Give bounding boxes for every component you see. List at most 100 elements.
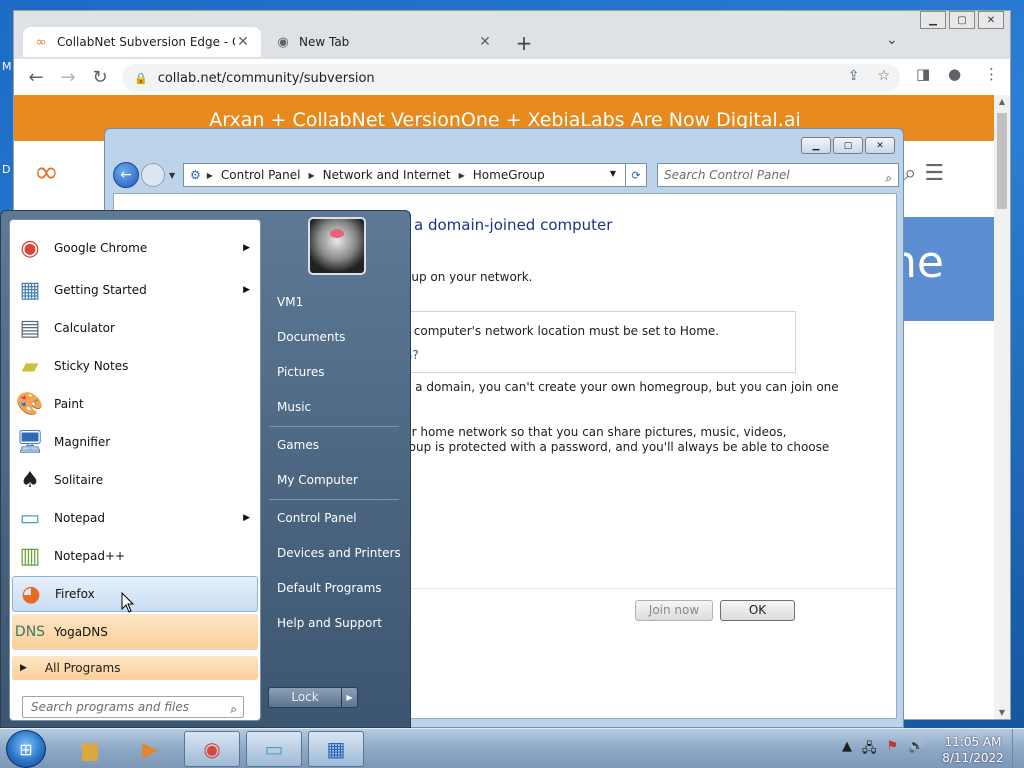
program-notepad-plus-plus[interactable]: ▥ Notepad++ <box>12 538 258 574</box>
breadcrumb-chevron-icon[interactable]: ▶ <box>459 171 465 180</box>
program-yogadns[interactable]: DNS YogaDNS <box>12 614 258 650</box>
start-link-devices-and-printers[interactable]: Devices and Printers <box>277 546 401 560</box>
breadcrumb-chevron-icon[interactable]: ▶ <box>309 171 315 180</box>
control-panel-search-input[interactable]: Search Control Panel ⌕ <box>657 163 899 187</box>
scroll-thumb[interactable] <box>997 113 1007 209</box>
show-hidden-icons-icon[interactable]: ▲ <box>842 739 852 761</box>
tab-search-chevron-icon[interactable]: ⌄ <box>886 32 898 48</box>
taskbar-explorer-icon[interactable]: ▆ <box>62 731 118 767</box>
start-orb-windows-icon[interactable]: ⊞ <box>6 730 46 768</box>
user-avatar[interactable] <box>308 217 366 275</box>
address-bar[interactable]: 🔒 collab.net/community/subversion ⇪ ☆ <box>122 64 900 92</box>
volume-icon[interactable]: 🔊 <box>908 739 924 761</box>
program-label: YogaDNS <box>54 625 108 639</box>
all-programs-button[interactable]: ▶ All Programs <box>12 656 258 680</box>
side-panel-icon[interactable]: ◨ <box>916 65 930 83</box>
address-breadcrumb[interactable]: ⚙ ▶ Control Panel ▶ Network and Internet… <box>183 163 647 187</box>
solitaire-icon: ♠ <box>20 467 40 493</box>
action-center-flag-icon[interactable]: ⚑ <box>887 739 899 761</box>
program-google-chrome[interactable]: ◉ Google Chrome ▶ <box>12 230 258 266</box>
start-link-control-panel[interactable]: Control Panel <box>277 511 357 525</box>
url-text: collab.net/community/subversion <box>157 70 375 86</box>
info-box-text: r computer's network location must be se… <box>405 324 720 338</box>
start-link-default-programs[interactable]: Default Programs <box>277 581 382 595</box>
page-scrollbar[interactable]: ▲ ▼ <box>994 95 1010 719</box>
lock-button[interactable]: Lock <box>268 687 342 708</box>
avatar-accent <box>330 229 344 238</box>
reload-button[interactable]: ↻ <box>84 67 116 88</box>
close-tab-icon[interactable]: ✕ <box>235 34 251 50</box>
refresh-icon[interactable]: ⟳ <box>625 163 647 187</box>
profile-avatar-icon[interactable]: ● <box>948 65 961 83</box>
breadcrumb-item[interactable]: HomeGroup <box>473 168 545 182</box>
search-icon[interactable]: ⌕ <box>904 161 916 186</box>
join-now-button[interactable]: Join now <box>635 600 713 621</box>
start-link-help-and-support[interactable]: Help and Support <box>277 616 382 630</box>
forward-button[interactable]: → <box>52 67 84 88</box>
tab-collabnet[interactable]: ∞ CollabNet Subversion Edge - Co ✕ <box>23 27 261 57</box>
breadcrumb-chevron-icon[interactable]: ▶ <box>207 171 213 180</box>
program-sticky-notes[interactable]: ▰ Sticky Notes <box>12 348 258 384</box>
start-link-games[interactable]: Games <box>277 438 319 452</box>
search-icon[interactable]: ⌕ <box>230 699 237 719</box>
close-tab-icon[interactable]: ✕ <box>477 34 493 50</box>
submenu-arrow-icon[interactable]: ▶ <box>243 513 250 523</box>
close-button[interactable]: ✕ <box>978 11 1004 29</box>
share-icon[interactable]: ⇪ <box>848 68 860 84</box>
chrome-favicon-icon: ◉ <box>277 34 289 50</box>
menu-kebab-icon[interactable]: ⋮ <box>984 65 999 83</box>
new-tab-button[interactable]: + <box>514 31 534 55</box>
close-button[interactable]: ✕ <box>865 137 895 154</box>
start-link-documents[interactable]: Documents <box>277 330 345 344</box>
start-search-input[interactable]: Search programs and files ⌕ <box>22 696 244 718</box>
back-arrow-icon[interactable]: ← <box>113 162 139 188</box>
minimize-button[interactable]: ▁ <box>801 137 831 154</box>
show-desktop-button[interactable] <box>1012 729 1024 768</box>
back-button[interactable]: ← <box>20 67 52 88</box>
start-link-music[interactable]: Music <box>277 400 311 414</box>
desktop-icon-label[interactable]: D <box>2 163 10 176</box>
desktop-icon-label[interactable]: M <box>2 60 12 73</box>
hamburger-menu-icon[interactable]: ☰ <box>924 161 944 186</box>
window-controls: ▁ ▢ ✕ <box>920 11 1004 29</box>
search-icon[interactable]: ⌕ <box>885 167 892 189</box>
bookmark-star-icon[interactable]: ☆ <box>877 68 890 84</box>
scroll-up-arrow-icon[interactable]: ▲ <box>994 97 1010 106</box>
taskbar-control-panel-icon[interactable]: ▦ <box>308 731 364 767</box>
maximize-button[interactable]: ▢ <box>833 137 863 154</box>
program-label: Getting Started <box>54 283 147 297</box>
tab-new-tab[interactable]: ◉ New Tab ✕ <box>265 27 503 57</box>
start-link-vm1[interactable]: VM1 <box>277 295 303 309</box>
program-solitaire[interactable]: ♠ Solitaire <box>12 462 258 498</box>
recent-pages-dropdown-icon[interactable]: ▼ <box>169 171 175 180</box>
program-getting-started[interactable]: ▦ Getting Started ▶ <box>12 272 258 308</box>
clock-time: 11:05 AM <box>944 735 1002 749</box>
program-notepad[interactable]: ▭ Notepad ▶ <box>12 500 258 536</box>
taskbar-chrome-icon[interactable]: ◉ <box>184 731 240 767</box>
taskbar-notepad-icon[interactable]: ▭ <box>246 731 302 767</box>
taskbar-media-player-icon[interactable]: ▶ <box>122 731 178 767</box>
collabnet-logo-icon[interactable]: ∞ <box>34 155 59 190</box>
sticky-notes-icon: ▰ <box>21 353 39 379</box>
program-magnifier[interactable]: 🖥 Magnifier <box>12 424 258 460</box>
address-dropdown-icon[interactable]: ▼ <box>610 169 616 178</box>
program-firefox[interactable]: ◕ Firefox <box>12 576 258 612</box>
program-paint[interactable]: 🎨 Paint <box>12 386 258 422</box>
network-icon[interactable]: 🖧 <box>862 739 877 761</box>
program-calculator[interactable]: ▤ Calculator <box>12 310 258 346</box>
start-link-pictures[interactable]: Pictures <box>277 365 325 379</box>
submenu-arrow-icon[interactable]: ▶ <box>243 285 250 295</box>
breadcrumb-item[interactable]: Network and Internet <box>323 168 451 182</box>
breadcrumb-item[interactable]: Control Panel <box>221 168 301 182</box>
submenu-arrow-icon[interactable]: ▶ <box>243 243 250 253</box>
clock[interactable]: 11:05 AM 8/11/2022 <box>938 734 1008 766</box>
forward-arrow-icon[interactable] <box>141 163 165 187</box>
ok-button[interactable]: OK <box>720 600 795 621</box>
start-link-my-computer[interactable]: My Computer <box>277 473 358 487</box>
shutdown-options-arrow-icon[interactable]: ▶ <box>341 687 358 708</box>
description-text-line: ur home network so that you can share pi… <box>404 425 787 439</box>
maximize-button[interactable]: ▢ <box>949 11 975 29</box>
lock-icon[interactable]: 🔒 <box>134 72 148 85</box>
minimize-button[interactable]: ▁ <box>920 11 946 29</box>
scroll-down-arrow-icon[interactable]: ▼ <box>994 708 1010 717</box>
